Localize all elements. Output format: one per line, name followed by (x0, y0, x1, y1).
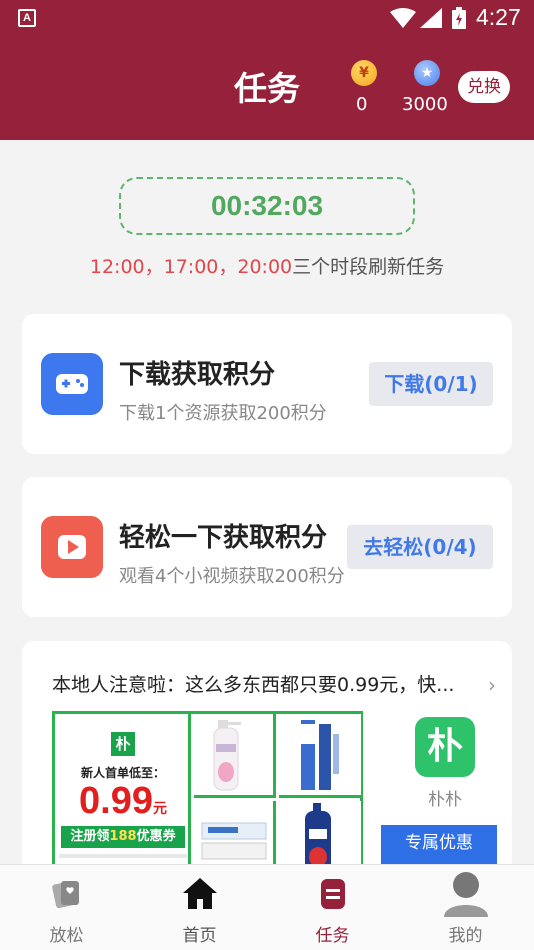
ad-brand-name: 朴朴 (428, 790, 462, 810)
ad-promo-panel: 朴 新人首单低至： 0.99元 注册领188优惠券 (55, 714, 191, 871)
bottom-tab-bar: 放松 首页 任务 我的 (0, 864, 534, 950)
tab-home[interactable]: 首页 (133, 865, 266, 950)
ad-coupon: 注册领188优惠券 (61, 826, 185, 848)
home-icon (183, 878, 217, 909)
play-icon (41, 516, 103, 578)
product-blue-shampoo-image (279, 801, 361, 871)
product-toothpaste-tube-image (194, 801, 276, 871)
task-title: 轻松一下获取积分 (119, 523, 328, 553)
status-time: 4:27 (476, 4, 521, 30)
chevron-right-icon[interactable]: › (488, 673, 496, 697)
ad-cta-button[interactable]: 专属优惠 (381, 825, 497, 865)
product-shampoo-image (194, 714, 276, 798)
ad-small-logo: 朴 (111, 732, 135, 756)
relax-task-button[interactable]: 去轻松(0/4) (347, 525, 493, 569)
signal-icon (420, 8, 442, 28)
ad-banner[interactable]: 本地人注意啦：这么多东西都只要0.99元，快... › 朴 新人首单低至： 0.… (22, 641, 512, 871)
tab-tasks[interactable]: 任务 (266, 865, 399, 950)
page-title: 任务 (234, 69, 300, 108)
task-subtitle: 下载1个资源获取200积分 (119, 403, 327, 424)
task-icon (321, 879, 345, 909)
ad-price: 0.99元 (79, 780, 167, 822)
blue-gem-icon: ★ (414, 60, 440, 86)
blue-gem-count: 3000 (402, 94, 448, 115)
ad-headline[interactable]: 本地人注意啦：这么多东西都只要0.99元，快... (52, 670, 454, 697)
profile-icon (444, 872, 488, 917)
tab-profile[interactable]: 我的 (399, 865, 532, 950)
exchange-button[interactable]: 兑换 (458, 71, 510, 103)
ad-fine-print (59, 854, 187, 858)
cards-icon (52, 881, 79, 909)
tab-label: 首页 (182, 926, 217, 946)
wifi-icon (390, 8, 416, 28)
task-subtitle: 观看4个小视频获取200积分 (119, 566, 345, 587)
battery-icon (452, 7, 466, 29)
app-header: 任务 ¥ ★ 0 3000 兑换 (0, 36, 534, 140)
countdown-timer: 00:32:03 (119, 177, 415, 235)
gamepad-icon (41, 353, 103, 415)
gold-coin-icon: ¥ (351, 60, 377, 86)
ad-image[interactable]: 朴 新人首单低至： 0.99元 注册领188优惠券 (52, 711, 363, 871)
task-title: 下载获取积分 (119, 360, 276, 390)
tab-label: 任务 (315, 926, 350, 946)
refresh-note: 12:00，17:00，20:00三个时段刷新任务 (0, 252, 534, 279)
task-card-relax: 轻松一下获取积分 观看4个小视频获取200积分 去轻松(0/4) (22, 477, 512, 617)
refresh-times: 12:00，17:00，20:00 (89, 256, 293, 278)
status-bar: A 4:27 (0, 0, 534, 36)
tab-label: 放松 (49, 926, 84, 946)
task-card-download: 下载获取积分 下载1个资源获取200积分 下载(0/1) (22, 314, 512, 454)
ad-brand-logo[interactable]: 朴 (415, 717, 475, 777)
gold-coin-count: 0 (356, 94, 368, 115)
tab-label: 我的 (448, 926, 483, 946)
download-task-button[interactable]: 下载(0/1) (369, 362, 493, 406)
refresh-note-text: 三个时段刷新任务 (292, 256, 445, 278)
tab-relax[interactable]: 放松 (0, 865, 133, 950)
ad-promo-line: 新人首单低至： (80, 766, 165, 780)
product-toothpaste-image (279, 714, 361, 798)
app-notification-icon: A (18, 9, 36, 27)
